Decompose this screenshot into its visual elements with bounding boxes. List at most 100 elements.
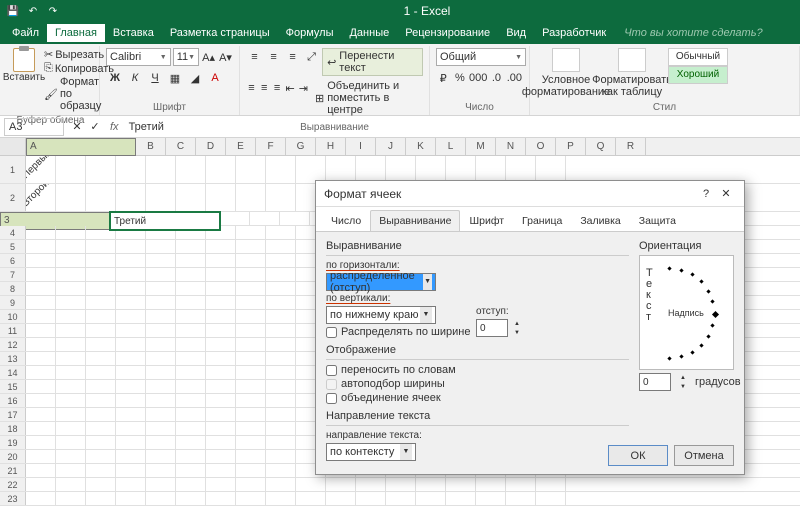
col-header[interactable]: F	[256, 138, 286, 155]
cell[interactable]	[146, 492, 176, 505]
cell[interactable]	[116, 352, 146, 365]
cell[interactable]	[476, 478, 506, 491]
cell[interactable]	[206, 422, 236, 435]
redo-icon[interactable]: ↷	[46, 4, 60, 18]
cell[interactable]	[116, 282, 146, 295]
cell[interactable]	[116, 422, 146, 435]
cell[interactable]	[296, 156, 326, 183]
fx-icon[interactable]: fx	[110, 121, 119, 133]
cell[interactable]	[26, 352, 56, 365]
cell[interactable]	[176, 408, 206, 421]
cell[interactable]	[266, 464, 296, 477]
cell[interactable]	[176, 268, 206, 281]
row-header[interactable]: 14	[0, 366, 26, 379]
menu-insert[interactable]: Вставка	[105, 24, 162, 42]
cell[interactable]	[176, 492, 206, 505]
cell[interactable]	[146, 254, 176, 267]
font-name-combo[interactable]: Calibri▼	[106, 48, 171, 66]
cancel-button[interactable]: Отмена	[674, 445, 734, 466]
row-header[interactable]: 19	[0, 436, 26, 449]
cell[interactable]	[206, 184, 236, 211]
cell[interactable]	[176, 436, 206, 449]
cell[interactable]	[176, 156, 206, 183]
cell[interactable]	[176, 310, 206, 323]
style-good[interactable]: Хороший	[668, 66, 728, 84]
col-header[interactable]: K	[406, 138, 436, 155]
col-header[interactable]: J	[376, 138, 406, 155]
cell[interactable]	[326, 492, 356, 505]
cell[interactable]	[206, 254, 236, 267]
cell[interactable]	[176, 352, 206, 365]
cell[interactable]	[86, 156, 116, 183]
tab-fill[interactable]: Заливка	[571, 210, 629, 231]
cell[interactable]	[146, 310, 176, 323]
cell[interactable]	[386, 156, 416, 183]
cell[interactable]	[146, 240, 176, 253]
cell[interactable]	[236, 324, 266, 337]
cell[interactable]	[26, 422, 56, 435]
cell[interactable]	[176, 240, 206, 253]
cell[interactable]	[56, 240, 86, 253]
col-header[interactable]: A	[26, 138, 136, 156]
orientation-button[interactable]: ⤢	[303, 48, 320, 66]
indent-input[interactable]	[476, 319, 508, 337]
menu-formulas[interactable]: Формулы	[278, 24, 342, 42]
cell[interactable]	[56, 268, 86, 281]
cell[interactable]	[416, 492, 446, 505]
menu-home[interactable]: Главная	[47, 24, 105, 42]
border-button[interactable]: ▦	[166, 69, 184, 87]
align-left-button[interactable]: ≡	[246, 79, 257, 97]
cell[interactable]	[206, 394, 236, 407]
cell[interactable]	[236, 366, 266, 379]
tab-font[interactable]: Шрифт	[460, 210, 513, 231]
cancel-edit-icon[interactable]: ✕	[68, 118, 86, 136]
cell[interactable]	[176, 478, 206, 491]
cell[interactable]	[176, 282, 206, 295]
cell[interactable]	[146, 366, 176, 379]
cell[interactable]	[176, 338, 206, 351]
cell[interactable]	[206, 366, 236, 379]
cell[interactable]	[56, 184, 86, 211]
cell[interactable]	[176, 394, 206, 407]
cell[interactable]	[176, 296, 206, 309]
cell[interactable]	[236, 450, 266, 463]
cell[interactable]	[176, 324, 206, 337]
cell[interactable]	[86, 450, 116, 463]
cell[interactable]	[446, 492, 476, 505]
cell[interactable]	[146, 450, 176, 463]
cell[interactable]	[26, 226, 56, 239]
wrap-text-button[interactable]: ↩Перенести текст	[322, 48, 423, 76]
row-header[interactable]: 1	[0, 156, 26, 183]
cell[interactable]	[86, 408, 116, 421]
cell[interactable]	[86, 436, 116, 449]
cell[interactable]	[56, 436, 86, 449]
fill-color-button[interactable]: ◢	[186, 69, 204, 87]
cell[interactable]	[116, 310, 146, 323]
cell[interactable]	[356, 478, 386, 491]
cell[interactable]	[146, 394, 176, 407]
cell[interactable]	[86, 464, 116, 477]
cell[interactable]	[206, 478, 236, 491]
cell[interactable]	[56, 338, 86, 351]
col-header[interactable]: L	[436, 138, 466, 155]
cell[interactable]	[236, 478, 266, 491]
cell[interactable]	[26, 478, 56, 491]
cell[interactable]: Третий	[110, 212, 220, 230]
cell[interactable]	[220, 212, 250, 225]
horizontal-select[interactable]: распределенное (отступ)▼	[326, 273, 436, 291]
cell[interactable]	[26, 366, 56, 379]
cell[interactable]	[116, 254, 146, 267]
cell[interactable]	[26, 282, 56, 295]
textdir-select[interactable]: по контексту▼	[326, 443, 416, 461]
cell[interactable]	[266, 408, 296, 421]
cell[interactable]	[236, 226, 266, 239]
cell[interactable]	[116, 268, 146, 281]
cell[interactable]	[206, 492, 236, 505]
cell[interactable]	[266, 254, 296, 267]
col-header[interactable]: E	[226, 138, 256, 155]
cell[interactable]	[146, 324, 176, 337]
ok-button[interactable]: ОК	[608, 445, 668, 466]
cell[interactable]	[26, 268, 56, 281]
name-box[interactable]: A3	[4, 118, 64, 136]
cell[interactable]	[476, 492, 506, 505]
